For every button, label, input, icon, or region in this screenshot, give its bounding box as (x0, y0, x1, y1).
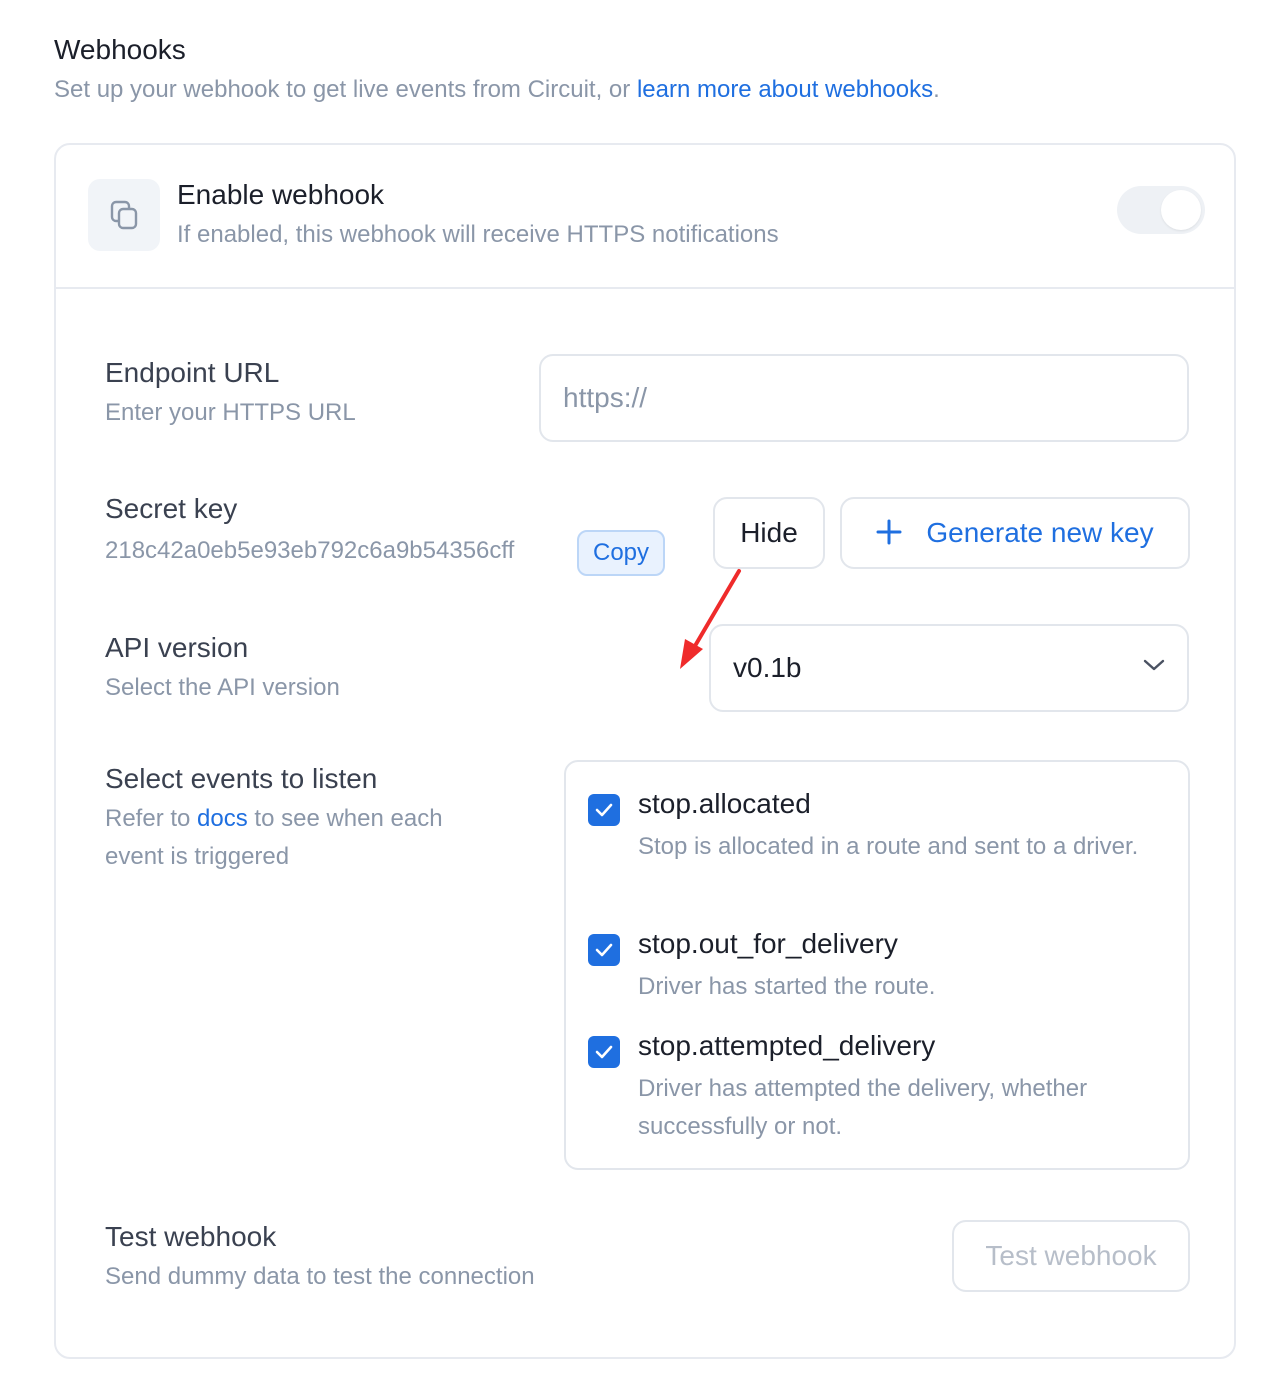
generate-new-key-button[interactable]: Generate new key (840, 497, 1190, 569)
endpoint-url-hint: Enter your HTTPS URL (105, 399, 356, 426)
test-webhook-hint: Send dummy data to test the connection (105, 1263, 535, 1290)
subtitle-suffix: . (933, 76, 940, 103)
plus-icon (876, 515, 902, 551)
event-name: stop.attempted_delivery (638, 1030, 936, 1061)
enable-webhook-description: If enabled, this webhook will receive HT… (177, 221, 779, 248)
event-description: Driver has attempted the delivery, wheth… (638, 1075, 1088, 1140)
test-webhook-button[interactable]: Test webhook (952, 1220, 1190, 1292)
webhook-card: Enable webhook If enabled, this webhook … (54, 143, 1236, 1359)
chevron-down-icon (1143, 658, 1165, 677)
enable-webhook-title: Enable webhook (177, 179, 385, 210)
events-hint-prefix: Refer to (105, 805, 198, 832)
api-version-hint: Select the API version (105, 674, 340, 701)
event-description: Driver has started the route. (638, 973, 936, 1000)
toggle-knob (1161, 190, 1201, 230)
docs-link[interactable]: docs (197, 805, 248, 832)
events-hint: Refer to docs to see when each event is … (105, 800, 505, 876)
generate-new-key-label: Generate new key (926, 517, 1154, 548)
endpoint-url-input[interactable] (539, 354, 1189, 442)
api-version-label: API version (105, 632, 249, 663)
subtitle-text: Set up your webhook to get live events f… (54, 76, 637, 103)
event-checkbox[interactable] (588, 934, 620, 966)
copy-button[interactable]: Copy (577, 530, 665, 576)
endpoint-url-label: Endpoint URL (105, 357, 280, 388)
hide-button[interactable]: Hide (713, 497, 825, 569)
annotation-arrow-icon (680, 569, 741, 669)
learn-more-link[interactable]: learn more about webhooks (637, 76, 933, 103)
secret-key-value: 218c42a0eb5e93eb792c6a9b54356cff (105, 537, 515, 564)
event-description: Stop is allocated in a route and sent to… (638, 833, 1139, 860)
event-checkbox[interactable] (588, 794, 620, 826)
event-name: stop.allocated (638, 788, 811, 819)
enable-webhook-section: Enable webhook If enabled, this webhook … (56, 145, 1234, 289)
api-version-select[interactable]: v0.1b (709, 624, 1189, 712)
page-title: Webhooks (54, 34, 186, 65)
events-list: stop.allocated Stop is allocated in a ro… (564, 760, 1190, 1170)
event-name: stop.out_for_delivery (638, 928, 898, 959)
test-webhook-label: Test webhook (105, 1221, 277, 1252)
enable-webhook-toggle[interactable] (1117, 186, 1205, 234)
page-subtitle: Set up your webhook to get live events f… (54, 76, 940, 104)
copy-layers-icon (88, 179, 160, 251)
events-label: Select events to listen (105, 763, 378, 794)
secret-key-label: Secret key (105, 493, 238, 524)
event-checkbox[interactable] (588, 1036, 620, 1068)
